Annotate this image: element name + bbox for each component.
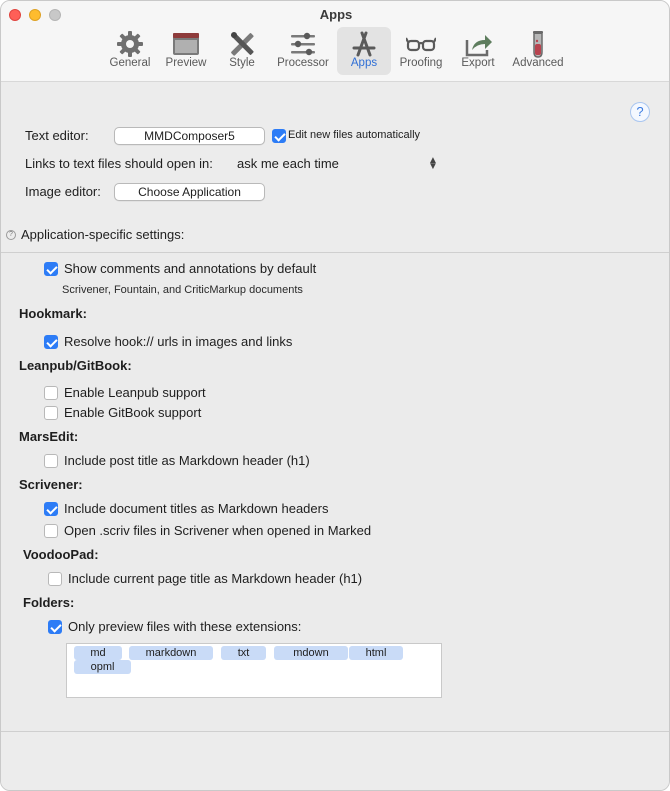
toolbar-label-style: Style: [229, 57, 255, 69]
links-open-popup[interactable]: ask me each time: [237, 156, 339, 171]
toolbar-label-export: Export: [461, 57, 495, 69]
toolbar-label-apps: Apps: [350, 57, 378, 69]
toolbar-label-advanced: Advanced: [512, 57, 564, 69]
preferences-window: Apps General Preview Style Processor App…: [0, 0, 670, 791]
edit-new-files-label: Edit new files automatically: [288, 129, 421, 141]
show-comments-note: Scrivener, Fountain, and CriticMarkup do…: [62, 284, 303, 296]
text-editor-button[interactable]: MMDComposer5: [114, 127, 265, 145]
toolbar-label-preview: Preview: [165, 57, 207, 69]
include-doc-titles-checkbox[interactable]: [44, 502, 58, 516]
toolbar-export[interactable]: Export: [453, 27, 503, 75]
enable-gitbook-checkbox[interactable]: [44, 406, 58, 420]
help-button[interactable]: ?: [630, 102, 650, 122]
extension-token[interactable]: markdown: [129, 646, 213, 660]
glasses-icon: [406, 37, 436, 52]
share-icon: [465, 35, 492, 57]
enable-gitbook-label: Enable GitBook support: [64, 405, 202, 420]
folders-header: Folders:: [23, 595, 75, 610]
apps-pane: ? Text editor: MMDComposer5 Edit new fil…: [1, 83, 669, 733]
include-doc-titles-label: Include document titles as Markdown head…: [64, 501, 329, 516]
window-title: Apps: [319, 7, 353, 22]
toolbar-label-proofing: Proofing: [399, 57, 443, 69]
app-specific-header: Application-specific settings:: [21, 227, 185, 242]
toolbar-processor[interactable]: Processor: [273, 27, 333, 75]
leanpub-header: Leanpub/GitBook:: [19, 358, 132, 373]
hookmark-header: Hookmark:: [19, 306, 87, 321]
links-open-label: Links to text files should open in:: [25, 156, 213, 171]
choose-application-button[interactable]: Choose Application: [114, 183, 265, 201]
include-page-title-checkbox[interactable]: [48, 572, 62, 586]
resolve-hook-label: Resolve hook:// urls in images and links: [64, 334, 293, 349]
include-page-title-label: Include current page title as Markdown h…: [68, 571, 363, 586]
only-preview-checkbox[interactable]: [48, 620, 62, 634]
extension-token[interactable]: txt: [221, 646, 266, 660]
title-bar: Apps General Preview Style Processor App…: [1, 1, 669, 82]
sliders-icon: [291, 32, 315, 56]
paintbrush-ruler-icon: [231, 32, 254, 56]
toolbar-advanced[interactable]: Advanced: [509, 27, 567, 75]
toolbar-proofing[interactable]: Proofing: [395, 27, 447, 75]
resolve-hook-checkbox[interactable]: [44, 335, 58, 349]
open-scriv-checkbox[interactable]: [44, 524, 58, 538]
marsedit-header: MarsEdit:: [19, 429, 79, 444]
show-comments-checkbox[interactable]: [44, 262, 58, 276]
toolbar-apps[interactable]: Apps: [337, 27, 391, 75]
toolbar-style[interactable]: Style: [217, 27, 267, 75]
gear-icon: [117, 31, 143, 57]
image-editor-label: Image editor:: [25, 184, 101, 199]
toolbar-label-general: General: [109, 57, 151, 69]
enable-leanpub-checkbox[interactable]: [44, 386, 58, 400]
toolbar-label-processor: Processor: [277, 57, 329, 69]
app-store-icon: [352, 31, 376, 57]
window-icon: [173, 33, 199, 55]
extension-token[interactable]: opml: [74, 660, 131, 674]
test-tube-icon: [533, 31, 543, 58]
enable-leanpub-label: Enable Leanpub support: [64, 385, 206, 400]
toolbar-preview[interactable]: Preview: [161, 27, 211, 75]
show-comments-label: Show comments and annotations by default: [64, 261, 317, 276]
scrivener-header: Scrivener:: [19, 477, 83, 492]
extension-token[interactable]: html: [349, 646, 403, 660]
voodoopad-header: VoodooPad:: [23, 547, 99, 562]
window-footer: [1, 731, 669, 790]
toolbar-general[interactable]: General: [105, 27, 155, 75]
text-editor-label: Text editor:: [25, 128, 89, 143]
include-post-title-checkbox[interactable]: [44, 454, 58, 468]
edit-new-files-checkbox[interactable]: [272, 129, 286, 143]
extension-token[interactable]: md: [74, 646, 122, 660]
extensions-token-field[interactable]: md markdown txt mdown html opml: [66, 643, 442, 698]
chevron-updown-icon: ▲ ▼: [428, 155, 438, 172]
include-post-title-label: Include post title as Markdown header (h…: [64, 453, 310, 468]
extension-token[interactable]: mdown: [274, 646, 348, 660]
only-preview-label: Only preview files with these extensions…: [68, 619, 302, 634]
open-scriv-label: Open .scriv files in Scrivener when open…: [64, 523, 372, 538]
help-small-icon[interactable]: ?: [6, 230, 16, 240]
